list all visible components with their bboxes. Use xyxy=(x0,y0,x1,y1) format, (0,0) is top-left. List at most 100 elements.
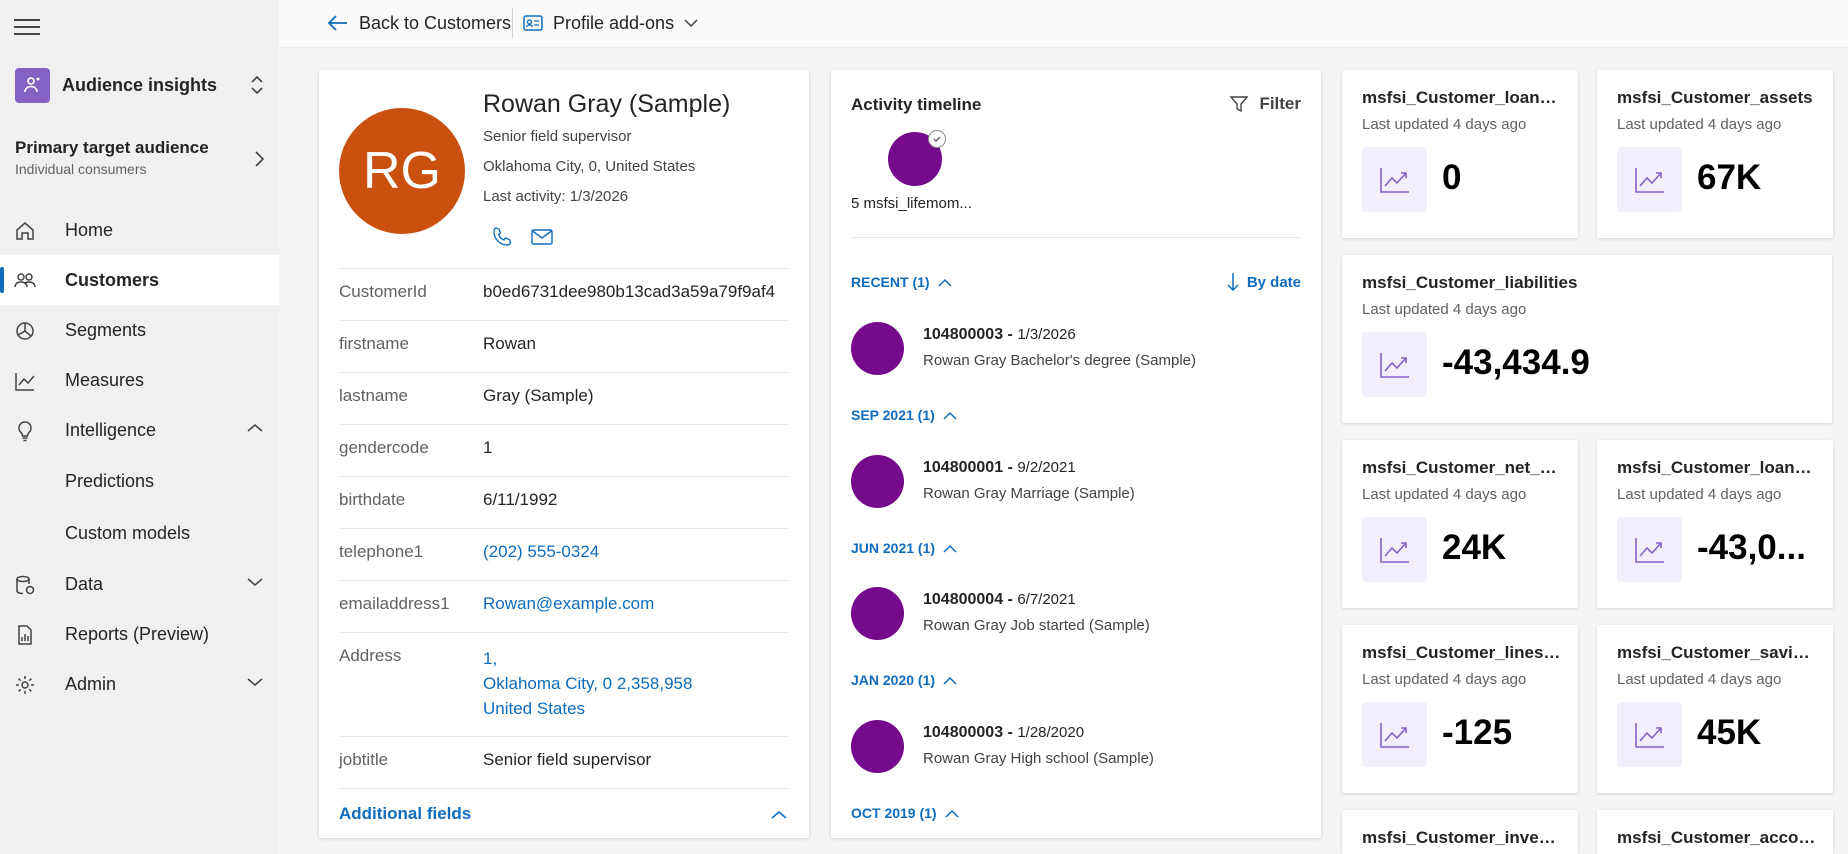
trend-chart-icon xyxy=(1362,517,1427,582)
measure-tile[interactable]: msfsi_Customer_savin... Last updated 4 d… xyxy=(1597,625,1833,793)
field-key: CustomerId xyxy=(339,282,427,301)
measure-tile[interactable]: msfsi_Customer_liabilities Last updated … xyxy=(1342,255,1832,423)
chevron-up-icon xyxy=(247,424,263,432)
field-row: Address 1, Oklahoma City, 0 2,358,958 Un… xyxy=(339,632,789,736)
field-value: 6/11/1992 xyxy=(483,490,558,509)
activity-dash: - xyxy=(1003,724,1018,741)
addons-label: Profile add-ons xyxy=(553,12,675,33)
app-switcher[interactable]: Audience insights xyxy=(15,66,265,104)
chevron-up-icon xyxy=(943,676,957,685)
nav-item-reports[interactable]: Reports (Preview) xyxy=(0,609,279,659)
profile-addons-dropdown[interactable]: Profile add-ons xyxy=(523,10,708,36)
customer-name: Rowan Gray (Sample) xyxy=(483,90,731,118)
timeline-group-sep-2021[interactable]: SEP 2021 (1) xyxy=(851,407,957,423)
audience-subtitle: Individual consumers xyxy=(15,161,147,177)
sort-by-date-button[interactable]: By date xyxy=(1227,272,1301,292)
people-icon xyxy=(14,273,36,288)
measure-tile[interactable]: msfsi_Customer_net_w... Last updated 4 d… xyxy=(1342,440,1578,608)
timeline-item[interactable]: 104800003 - 1/3/2026 Rowan Gray Bachelor… xyxy=(851,322,1301,380)
activity-type-label: 5 msfsi_lifemom... xyxy=(851,195,972,212)
chevron-up-icon xyxy=(943,411,957,420)
measure-value: -43,0... xyxy=(1697,528,1806,567)
timeline-group-recent[interactable]: RECENT (1) xyxy=(851,274,952,290)
telephone-link[interactable]: (202) 555-0324 xyxy=(483,542,599,580)
activity-heading: 104800003 - 1/3/2026 xyxy=(923,326,1076,344)
field-row: firstname Rowan xyxy=(339,320,789,372)
field-row: lastname Gray (Sample) xyxy=(339,372,789,424)
nav-item-intelligence[interactable]: Intelligence xyxy=(0,405,279,455)
phone-icon[interactable] xyxy=(491,226,513,248)
field-key: gendercode xyxy=(339,438,429,457)
lightbulb-icon xyxy=(18,421,32,442)
address-link[interactable]: 1, Oklahoma City, 0 2,358,958 United Sta… xyxy=(483,646,692,736)
measure-tile[interactable]: msfsi_Customer_invest... xyxy=(1342,810,1578,854)
activity-dot xyxy=(851,587,904,640)
nav-item-admin[interactable]: Admin xyxy=(0,659,279,709)
activity-description: Rowan Gray Job started (Sample) xyxy=(923,617,1150,634)
field-value: Senior field supervisor xyxy=(483,750,652,769)
app-title: Audience insights xyxy=(62,74,218,95)
customer-location: Oklahoma City, 0, United States xyxy=(483,158,696,175)
field-value: Gray (Sample) xyxy=(483,386,594,405)
timeline-item[interactable]: 104800003 - 1/28/2020 Rowan Gray High sc… xyxy=(851,720,1301,778)
filter-button[interactable]: Filter xyxy=(1229,94,1301,114)
filter-label: Filter xyxy=(1259,94,1301,113)
field-key: Address xyxy=(339,646,402,665)
arrow-left-icon xyxy=(327,15,347,31)
email-link[interactable]: Rowan@example.com xyxy=(483,594,654,632)
activity-date: 6/7/2021 xyxy=(1017,591,1076,608)
activity-code: 104800001 xyxy=(923,459,1004,476)
group-label: JUN 2021 (1) xyxy=(851,540,936,556)
home-icon xyxy=(16,222,34,240)
additional-fields-label: Additional fields xyxy=(339,804,472,823)
measure-updated: Last updated 4 days ago xyxy=(1617,116,1782,133)
timeline-item[interactable]: 104800001 - 9/2/2021 Rowan Gray Marriage… xyxy=(851,455,1301,513)
address-line-2: Oklahoma City, 0 2,358,958 xyxy=(483,674,693,693)
mail-icon[interactable] xyxy=(531,228,553,246)
measure-tile[interactable]: msfsi_Customer_loans_... Last updated 4 … xyxy=(1342,70,1578,238)
database-icon xyxy=(16,575,35,595)
nav-label-home: Home xyxy=(65,219,114,240)
field-key: jobtitle xyxy=(339,750,389,769)
timeline-group-jan-2020[interactable]: JAN 2020 (1) xyxy=(851,672,957,688)
activity-type-bubble[interactable] xyxy=(888,130,946,186)
measure-tile[interactable]: msfsi_Customer_loans_... Last updated 4 … xyxy=(1597,440,1833,608)
field-row: telephone1 (202) 555-0324 xyxy=(339,528,789,580)
field-key: birthdate xyxy=(339,490,406,509)
field-key: emailaddress1 xyxy=(339,594,450,613)
group-label: JAN 2020 (1) xyxy=(851,672,936,688)
back-to-customers-button[interactable]: Back to Customers xyxy=(327,10,511,36)
measure-tile[interactable]: msfsi_Customer_accou... xyxy=(1597,810,1833,854)
chevron-up-icon xyxy=(771,811,787,819)
timeline-item[interactable]: 104800004 - 6/7/2021 Rowan Gray Job star… xyxy=(851,587,1301,645)
nav-label-intelligence: Intelligence xyxy=(65,419,157,440)
measure-updated: Last updated 4 days ago xyxy=(1617,671,1782,688)
activity-heading: 104800001 - 9/2/2021 xyxy=(923,459,1076,477)
trend-chart-icon xyxy=(1362,332,1427,397)
field-key: lastname xyxy=(339,386,408,405)
segments-icon xyxy=(16,322,34,340)
nav-label-custom-models: Custom models xyxy=(65,522,191,543)
nav-item-segments[interactable]: Segments xyxy=(0,305,279,355)
chevron-right-icon xyxy=(255,151,265,167)
nav-item-predictions[interactable]: Predictions xyxy=(0,455,279,507)
command-bar: Back to Customers Profile add-ons xyxy=(279,0,1848,48)
audience-selector[interactable]: Primary target audience Individual consu… xyxy=(15,138,265,177)
nav-item-data[interactable]: Data xyxy=(0,559,279,609)
left-navigation: Audience insights Primary target audienc… xyxy=(0,0,279,854)
nav-item-home[interactable]: Home xyxy=(0,205,279,255)
nav-item-measures[interactable]: Measures xyxy=(0,355,279,405)
timeline-group-oct-2019[interactable]: OCT 2019 (1) xyxy=(851,805,959,821)
nav-item-customers[interactable]: Customers xyxy=(0,255,279,305)
additional-fields-toggle[interactable]: Additional fields xyxy=(339,788,789,824)
measure-tile[interactable]: msfsi_Customer_assets Last updated 4 day… xyxy=(1597,70,1833,238)
group-label: OCT 2019 (1) xyxy=(851,805,937,821)
measure-tile[interactable]: msfsi_Customer_lines_... Last updated 4 … xyxy=(1342,625,1578,793)
activity-code: 104800003 xyxy=(923,724,1004,741)
chevron-up-down-icon xyxy=(251,75,263,95)
timeline-group-jun-2021[interactable]: JUN 2021 (1) xyxy=(851,540,957,556)
hamburger-menu-icon[interactable] xyxy=(14,14,42,36)
activity-dot xyxy=(851,720,904,773)
nav-item-custom-models[interactable]: Custom models xyxy=(0,507,279,559)
check-icon xyxy=(928,130,946,148)
